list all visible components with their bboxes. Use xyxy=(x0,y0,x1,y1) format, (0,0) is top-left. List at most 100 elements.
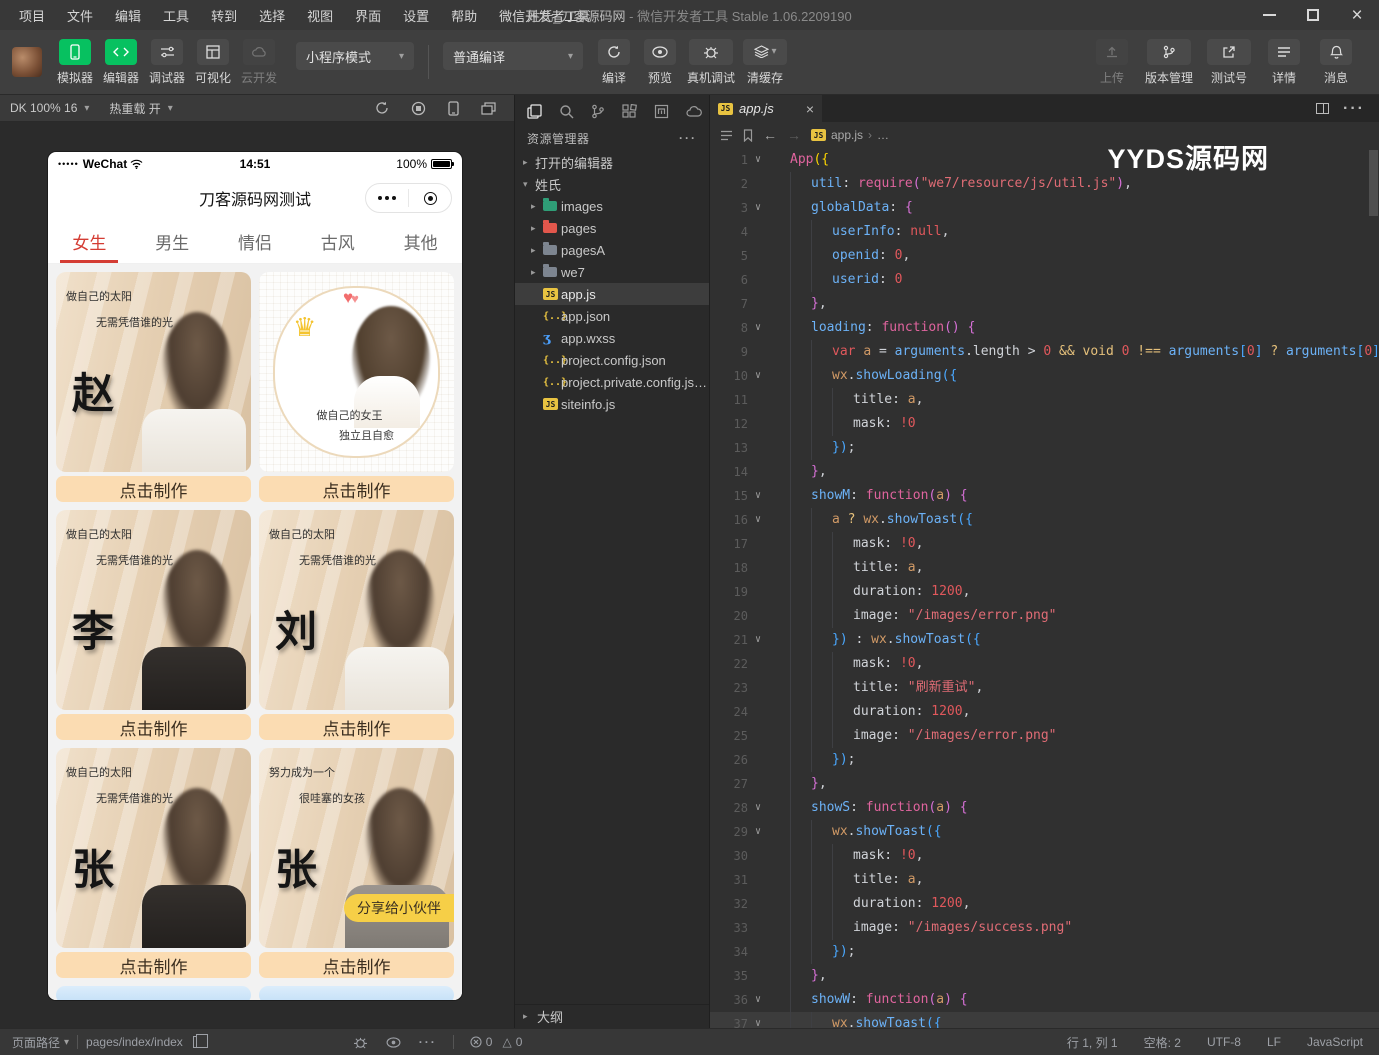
file-item-project-private-config-js-[interactable]: {..}project.private.config.js… xyxy=(515,371,709,393)
editor-toggle[interactable]: 编辑器 xyxy=(102,39,140,86)
user-avatar[interactable] xyxy=(12,47,42,77)
fold-chevron-icon[interactable]: ∨ xyxy=(748,796,768,820)
phone-tab-1[interactable]: 女生 xyxy=(48,220,131,263)
line-gutter[interactable]: 14 xyxy=(710,460,774,484)
line-gutter[interactable]: 36∨ xyxy=(710,988,774,1012)
editor-more-button[interactable]: ··· xyxy=(1343,100,1365,118)
card-image[interactable]: ♛♥♥做自己的女王独立且自愈 xyxy=(259,272,454,472)
outline-section[interactable]: ▸ 大纲 xyxy=(515,1004,709,1028)
line-gutter[interactable]: 6 xyxy=(710,268,774,292)
make-button[interactable]: 点击制作 xyxy=(56,952,251,978)
file-item-pagesA[interactable]: ▸pagesA xyxy=(515,239,709,261)
editor-scrollbar[interactable] xyxy=(1369,150,1378,216)
file-item-pages[interactable]: ▸pages xyxy=(515,217,709,239)
fold-chevron-icon[interactable]: ∨ xyxy=(748,316,768,340)
extensions-icon[interactable] xyxy=(622,104,637,119)
debugger-toggle[interactable]: 调试器 xyxy=(148,39,186,86)
detail-button[interactable]: 详情 xyxy=(1265,39,1303,86)
minimize-button[interactable] xyxy=(1247,0,1291,30)
line-gutter[interactable]: 25 xyxy=(710,724,774,748)
mode-select[interactable]: 小程序模式▾ xyxy=(296,42,414,70)
fold-chevron-icon[interactable]: ∨ xyxy=(748,988,768,1012)
watch-icon[interactable] xyxy=(386,1037,401,1048)
line-gutter[interactable]: 20 xyxy=(710,604,774,628)
share-button[interactable]: 分享给小伙伴 xyxy=(344,894,454,922)
card-image[interactable]: 做自己的太阳无需凭借谁的光赵 xyxy=(56,272,251,472)
outline-list-icon[interactable] xyxy=(720,130,733,141)
line-gutter[interactable]: 27 xyxy=(710,772,774,796)
compile-button[interactable]: 编译 xyxy=(595,39,633,86)
encoding[interactable]: UTF-8 xyxy=(1207,1035,1241,1049)
debug-icon[interactable] xyxy=(353,1036,368,1049)
line-gutter[interactable]: 5 xyxy=(710,244,774,268)
line-gutter[interactable]: 8∨ xyxy=(710,316,774,340)
menu-item-7[interactable]: 视图 xyxy=(298,3,342,28)
device-zoom-select[interactable]: DK 100% 16▾ xyxy=(0,101,99,115)
open-editors-section[interactable]: ▸打开的编辑器 xyxy=(515,151,709,173)
make-button[interactable]: 点击制作 xyxy=(259,714,454,740)
message-button[interactable]: 消息 xyxy=(1317,39,1355,86)
line-gutter[interactable]: 30 xyxy=(710,844,774,868)
line-gutter[interactable]: 32 xyxy=(710,892,774,916)
breadcrumb-file[interactable]: app.js xyxy=(831,128,863,142)
line-gutter[interactable]: 24 xyxy=(710,700,774,724)
maximize-button[interactable] xyxy=(1291,0,1335,30)
version-manage-button[interactable]: 版本管理 xyxy=(1145,39,1193,86)
simulator-toggle[interactable]: 模拟器 xyxy=(56,39,94,86)
fold-chevron-icon[interactable]: ∨ xyxy=(748,1012,768,1028)
hot-reload-select[interactable]: 热重载 开▾ xyxy=(99,100,182,117)
line-gutter[interactable]: 12 xyxy=(710,412,774,436)
menu-item-8[interactable]: 界面 xyxy=(346,3,390,28)
file-item-project-config-json[interactable]: {..}project.config.json xyxy=(515,349,709,371)
more-dots-icon[interactable] xyxy=(366,196,408,200)
copy-icon[interactable] xyxy=(193,1036,203,1048)
card-image[interactable]: 做自己的太阳无需凭借谁的光张 xyxy=(56,748,251,948)
line-gutter[interactable]: 26 xyxy=(710,748,774,772)
fold-chevron-icon[interactable]: ∨ xyxy=(748,148,768,172)
line-gutter[interactable]: 33 xyxy=(710,916,774,940)
source-control-icon[interactable] xyxy=(591,104,605,119)
eol-setting[interactable]: LF xyxy=(1267,1035,1281,1049)
bookmark-icon[interactable] xyxy=(743,129,753,142)
line-gutter[interactable]: 28∨ xyxy=(710,796,774,820)
line-gutter[interactable]: 1∨ xyxy=(710,148,774,172)
card-image[interactable]: 做自己的太阳无需凭借谁的光李 xyxy=(56,510,251,710)
line-gutter[interactable]: 18 xyxy=(710,556,774,580)
code-editor[interactable]: 1∨App({2util: require("we7/resource/js/u… xyxy=(710,148,1379,1028)
line-gutter[interactable]: 19 xyxy=(710,580,774,604)
menu-item-1[interactable]: 项目 xyxy=(10,3,54,28)
fold-chevron-icon[interactable]: ∨ xyxy=(748,364,768,388)
menu-item-2[interactable]: 文件 xyxy=(58,3,102,28)
make-button[interactable]: 点击制作 xyxy=(259,476,454,502)
phone-tab-2[interactable]: 男生 xyxy=(131,220,214,263)
fold-chevron-icon[interactable]: ∨ xyxy=(748,508,768,532)
line-gutter[interactable]: 23 xyxy=(710,676,774,700)
line-gutter[interactable]: 13 xyxy=(710,436,774,460)
menu-item-3[interactable]: 编辑 xyxy=(106,3,150,28)
back-icon[interactable]: ← xyxy=(763,127,777,143)
status-more-button[interactable]: ··· xyxy=(419,1035,437,1049)
explorer-more-button[interactable]: ··· xyxy=(679,131,697,145)
compile-mode-select[interactable]: 普通编译▾ xyxy=(443,42,583,70)
indent-setting[interactable]: 空格: 2 xyxy=(1144,1034,1181,1051)
files-icon[interactable] xyxy=(527,104,542,119)
card-image[interactable]: 努力成为一个很哇塞的女孩张分享给小伙伴 xyxy=(259,748,454,948)
clear-cache-button[interactable]: ▾ 清缓存 xyxy=(743,39,787,86)
menu-item-5[interactable]: 转到 xyxy=(202,3,246,28)
line-gutter[interactable]: 10∨ xyxy=(710,364,774,388)
line-gutter[interactable]: 4 xyxy=(710,220,774,244)
menu-item-6[interactable]: 选择 xyxy=(250,3,294,28)
line-gutter[interactable]: 35 xyxy=(710,964,774,988)
line-gutter[interactable]: 21∨ xyxy=(710,628,774,652)
close-button[interactable]: × xyxy=(1335,0,1379,30)
file-item-app-js[interactable]: JSapp.js xyxy=(515,283,709,305)
cursor-position[interactable]: 行 1, 列 1 xyxy=(1067,1034,1118,1051)
close-target-icon[interactable] xyxy=(409,192,451,205)
cloud-tool-icon[interactable] xyxy=(686,105,702,118)
restart-icon[interactable] xyxy=(375,101,389,115)
line-gutter[interactable]: 7 xyxy=(710,292,774,316)
breadcrumb-symbol[interactable]: … xyxy=(877,128,889,142)
test-account-button[interactable]: 测试号 xyxy=(1207,39,1251,86)
capsule-menu[interactable] xyxy=(365,183,452,213)
menu-item-10[interactable]: 帮助 xyxy=(442,3,486,28)
